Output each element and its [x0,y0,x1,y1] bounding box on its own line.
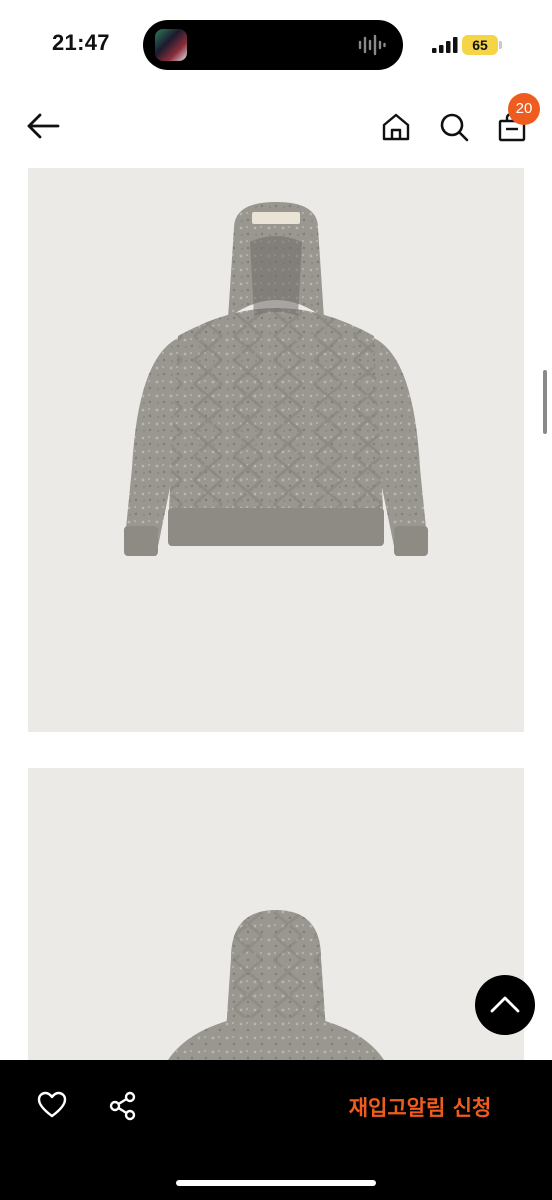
arrow-left-icon[interactable] [26,112,60,140]
scroll-to-top-button[interactable] [475,975,535,1035]
cellular-signal-icon [432,37,458,53]
sweater-back-illustration [168,910,384,1060]
home-indicator[interactable] [176,1180,376,1186]
heart-icon[interactable] [37,1091,67,1119]
search-icon[interactable] [439,112,469,142]
share-icon[interactable] [108,1091,138,1121]
status-bar: 21:47 65 [0,0,552,88]
audio-waveform-icon [358,34,386,56]
sweater-front-illustration [124,202,428,556]
home-icon[interactable] [381,112,411,142]
chevron-up-icon [490,996,520,1013]
scroll-indicator[interactable] [543,370,547,434]
product-image-back[interactable] [28,768,524,1060]
bottom-action-bar: 재입고알림 신청 [0,1060,552,1200]
now-playing-artwork [155,29,187,61]
status-time: 21:47 [52,30,110,55]
cart-count-badge: 20 [508,93,540,125]
restock-alert-button[interactable]: 재입고알림 신청 [330,1088,510,1128]
battery-cap [499,41,502,49]
top-navigation: 20 [0,88,552,168]
dynamic-island[interactable] [143,20,403,70]
battery-level: 65 [462,35,498,55]
product-image-front[interactable] [28,168,524,732]
